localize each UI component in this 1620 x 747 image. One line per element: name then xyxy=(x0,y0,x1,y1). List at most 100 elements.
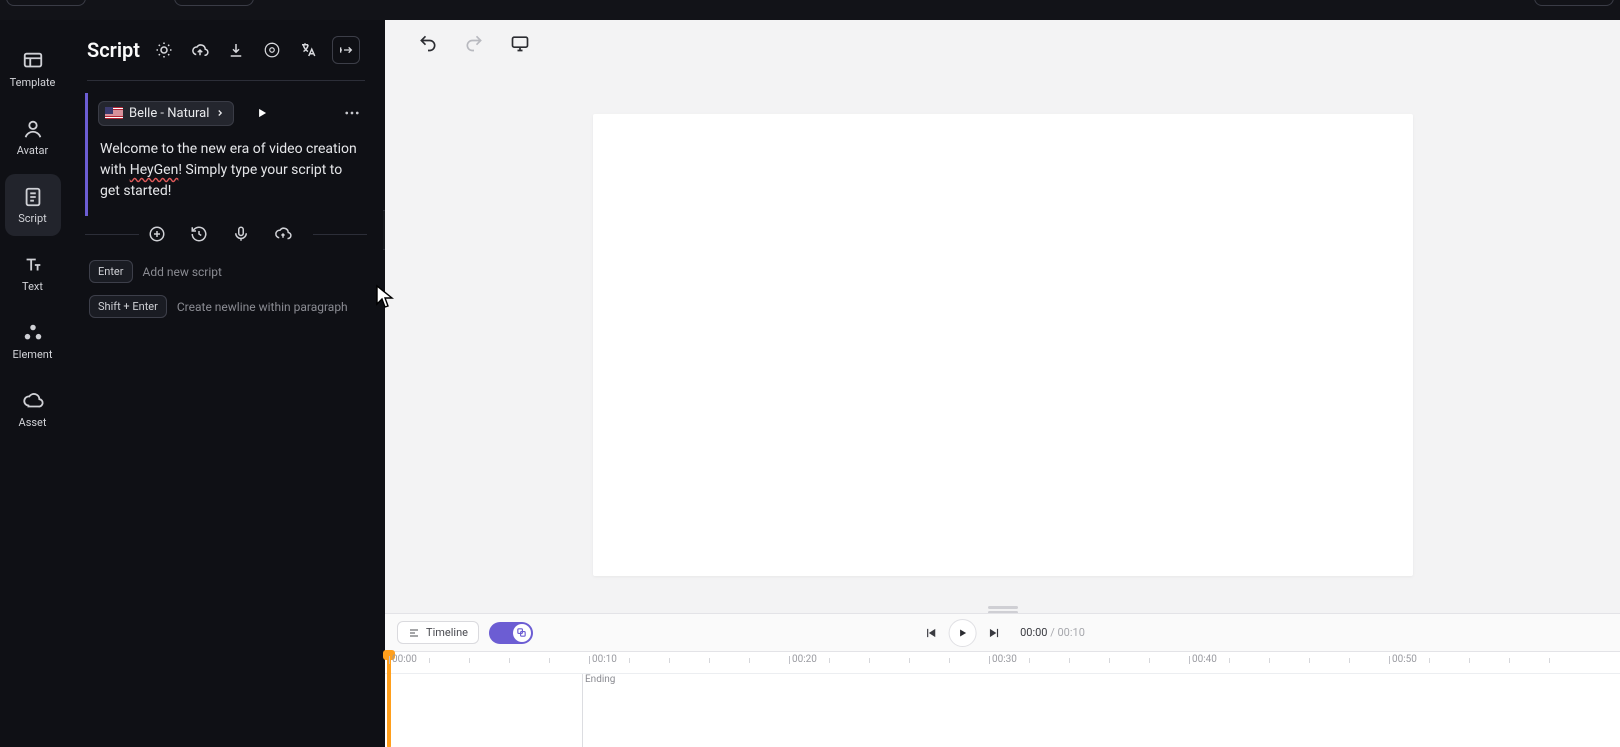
preview-play-button[interactable] xyxy=(248,99,276,127)
hint-enter: Enter Add new script xyxy=(65,252,385,287)
canvas-sheet[interactable] xyxy=(593,114,1413,576)
skip-start-button[interactable] xyxy=(920,623,940,643)
chevron-right-icon xyxy=(215,108,225,118)
hint-enter-text: Add new script xyxy=(143,265,222,279)
tick-minor xyxy=(749,658,750,663)
tick-label: 00:30 xyxy=(992,654,1017,665)
tick-minor xyxy=(429,658,430,663)
divider xyxy=(87,80,365,81)
tick-minor xyxy=(949,658,950,663)
tick-minor xyxy=(829,658,830,663)
rail-script[interactable]: Script xyxy=(5,174,61,236)
skip-end-button[interactable] xyxy=(984,623,1004,643)
time-current: 00:00 xyxy=(1020,626,1047,639)
add-icon[interactable] xyxy=(147,224,167,244)
translate-icon[interactable] xyxy=(296,38,320,62)
rail-asset[interactable]: Asset xyxy=(5,378,61,440)
tick-minor xyxy=(1549,658,1550,663)
rail-element[interactable]: Element xyxy=(5,310,61,372)
window-topbar-fragment xyxy=(0,0,1620,20)
tick-minor xyxy=(1269,658,1270,663)
tick-label: 00:50 xyxy=(1392,654,1417,665)
brightness-icon[interactable] xyxy=(152,38,176,62)
playback-controls: 00:00 / 00:10 xyxy=(920,619,1085,647)
template-icon xyxy=(22,50,44,72)
timeline-ruler[interactable]: 00:0000:1000:2000:3000:4000:50 xyxy=(385,652,1620,674)
timeline-chip[interactable]: Timeline xyxy=(397,621,479,644)
text-icon xyxy=(22,254,44,276)
tick-minor xyxy=(669,658,670,663)
tick-minor xyxy=(1469,658,1470,663)
clip-boundary xyxy=(582,674,583,747)
history-icon[interactable] xyxy=(189,224,209,244)
rail-template[interactable]: Template xyxy=(5,38,61,100)
tick-minor xyxy=(869,658,870,663)
ai-icon[interactable] xyxy=(260,38,284,62)
tick-minor xyxy=(1149,658,1150,663)
tick-minor xyxy=(549,658,550,663)
rail-template-label: Template xyxy=(10,76,56,89)
timeline-body[interactable]: Ending xyxy=(385,674,1620,747)
tick-major xyxy=(389,656,390,664)
canvas-stage[interactable] xyxy=(385,66,1620,601)
cloud-sync-icon[interactable] xyxy=(273,224,293,244)
tick-minor xyxy=(1229,658,1230,663)
script-text[interactable]: Welcome to the new era of video creation… xyxy=(88,133,369,216)
tick-major xyxy=(989,656,990,664)
rail-script-label: Script xyxy=(18,212,46,225)
download-icon[interactable] xyxy=(224,38,248,62)
voice-selector[interactable]: Belle - Natural xyxy=(98,101,234,126)
tick-label: 00:10 xyxy=(592,654,617,665)
microphone-icon[interactable] xyxy=(231,224,251,244)
kbd-shift-enter: Shift + Enter xyxy=(89,295,167,318)
time-total: 00:10 xyxy=(1058,626,1085,639)
kbd-enter: Enter xyxy=(89,260,133,283)
timeline-track[interactable]: 00:0000:1000:2000:3000:4000:50 Ending xyxy=(385,651,1620,747)
time-sep: / xyxy=(1048,626,1058,639)
tick-major xyxy=(1189,656,1190,664)
timeline-controls: Timeline 00:00 / 00:10 xyxy=(385,613,1620,651)
canvas-toolbar xyxy=(385,20,1620,66)
rail-text-label: Text xyxy=(22,280,43,293)
tick-minor xyxy=(469,658,470,663)
rail-avatar[interactable]: Avatar xyxy=(5,106,61,168)
timeline-mode-toggle[interactable] xyxy=(489,622,533,644)
tick-minor xyxy=(1029,658,1030,663)
tick-minor xyxy=(909,658,910,663)
hint-shift-text: Create newline within paragraph xyxy=(177,300,348,314)
asset-icon xyxy=(22,390,44,412)
more-button[interactable] xyxy=(339,100,365,126)
tick-minor xyxy=(1509,658,1510,663)
topbar-crop-right xyxy=(1534,0,1614,6)
tick-major xyxy=(589,656,590,664)
script-header: Script xyxy=(65,20,385,78)
element-icon xyxy=(22,322,44,344)
script-card: Belle - Natural Welcome to the new era o… xyxy=(85,93,369,216)
tick-minor xyxy=(509,658,510,663)
tick-minor xyxy=(1309,658,1310,663)
rail-asset-label: Asset xyxy=(19,416,47,429)
timeline-resize-handle[interactable] xyxy=(385,601,1620,613)
tick-label: 00:00 xyxy=(392,654,417,665)
rail-element-label: Element xyxy=(13,348,53,361)
tick-major xyxy=(789,656,790,664)
left-rail: Template Avatar Script Text Element xyxy=(0,20,65,747)
flag-us-icon xyxy=(105,107,123,119)
tick-minor xyxy=(1069,658,1070,663)
script-title: Script xyxy=(87,38,140,62)
expand-icon[interactable] xyxy=(332,36,360,64)
device-preview-button[interactable] xyxy=(507,30,533,56)
script-icon xyxy=(22,186,44,208)
tick-minor xyxy=(1429,658,1430,663)
undo-button[interactable] xyxy=(415,30,441,56)
script-text-brand: HeyGen xyxy=(130,162,179,178)
clip-label: Ending xyxy=(585,674,615,685)
play-button[interactable] xyxy=(948,619,976,647)
cloud-upload-icon[interactable] xyxy=(188,38,212,62)
avatar-icon xyxy=(22,118,44,140)
rail-text[interactable]: Text xyxy=(5,242,61,304)
redo-button[interactable] xyxy=(461,30,487,56)
tick-minor xyxy=(1109,658,1110,663)
tick-major xyxy=(1389,656,1390,664)
topbar-crop-left-2 xyxy=(174,0,254,6)
